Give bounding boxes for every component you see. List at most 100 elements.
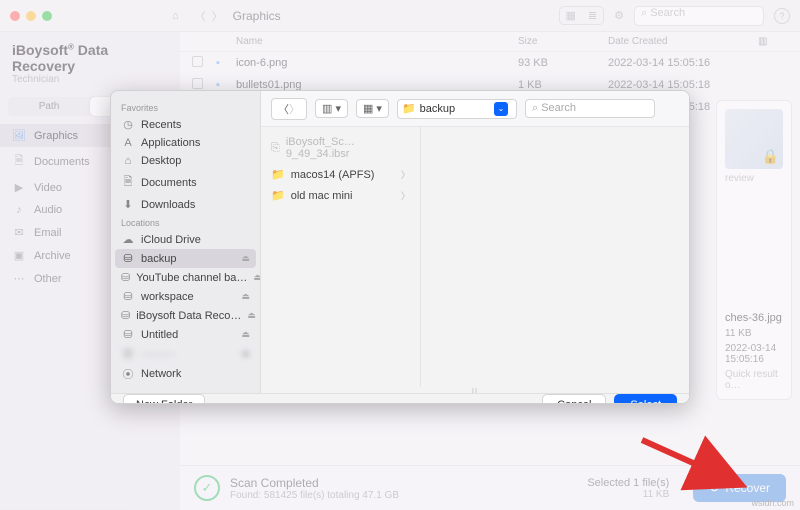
- dialog-forward-icon[interactable]: 〉: [289, 101, 300, 117]
- locations-header: Locations: [111, 214, 260, 230]
- sidebar-item-recents[interactable]: ◷Recents: [111, 115, 260, 134]
- sidebar-item-icon: ◷: [121, 118, 135, 131]
- select-button[interactable]: Select: [614, 394, 677, 404]
- eject-icon[interactable]: ⏏: [253, 272, 260, 283]
- scan-status-detail: Found: 581425 file(s) totaling 47.1 GB: [230, 490, 399, 501]
- selected-count: Selected 1 file(s): [587, 477, 669, 489]
- search-input[interactable]: ⌕ Search: [634, 6, 764, 26]
- category-label: Audio: [34, 204, 62, 216]
- eject-icon[interactable]: ⏏: [241, 329, 250, 340]
- lock-icon: 🔒: [762, 148, 779, 165]
- window-traffic-lights[interactable]: [10, 11, 52, 21]
- favorites-header: Favorites: [111, 99, 260, 115]
- file-row[interactable]: ▪icon-6.png93 KB2022-03-14 15:05:16: [180, 52, 800, 74]
- dialog-view-columns-icon[interactable]: ▥ ▾: [315, 99, 348, 118]
- drive-icon: ⊡: [121, 347, 135, 360]
- drive-icon: ⛁: [121, 309, 130, 322]
- sidebar-item-downloads[interactable]: ⬇Downloads: [111, 195, 260, 214]
- folder-icon: 📁: [271, 168, 285, 181]
- drive-icon: ⦿: [121, 366, 135, 382]
- list-view-icon[interactable]: ≣: [582, 7, 603, 24]
- file-icon: ▪: [216, 57, 236, 69]
- chevron-updown-icon: ⌄: [494, 102, 508, 116]
- category-icon: ▶: [12, 181, 26, 194]
- zoom-window-icon[interactable]: [42, 11, 52, 21]
- eject-icon[interactable]: ⏏: [241, 348, 250, 359]
- dialog-search-input[interactable]: ⌕ Search: [525, 99, 655, 118]
- eject-icon[interactable]: ⏏: [247, 310, 256, 321]
- category-icon: ▣: [12, 249, 26, 262]
- category-icon: ⋯: [12, 272, 26, 285]
- drive-icon: ⛁: [121, 271, 130, 284]
- category-icon: 🖼: [12, 129, 26, 142]
- preview-date: 2022-03-14 15:05:16: [725, 343, 783, 365]
- browser-item[interactable]: ⎘iBoysoft_Sc…9_49_34.ibsr: [265, 133, 416, 163]
- grid-view-icon[interactable]: ▦: [560, 7, 582, 24]
- eject-icon[interactable]: ⏏: [241, 253, 250, 264]
- browser-item[interactable]: 📁macos14 (APFS)〉: [265, 165, 416, 184]
- sidebar-item-desktop[interactable]: ⌂Desktop: [111, 152, 260, 170]
- sidebar-location-untitled[interactable]: ⛁Untitled⏏: [111, 325, 260, 344]
- new-folder-button[interactable]: New Folder: [123, 394, 205, 404]
- sidebar-item-icon: 🗎: [121, 173, 135, 192]
- column-date[interactable]: Date Created: [608, 36, 758, 47]
- sidebar-location-network[interactable]: ⦿Network: [111, 363, 260, 385]
- checkbox[interactable]: [192, 56, 203, 67]
- category-icon: ✉: [12, 226, 26, 239]
- sidebar-location-icloud-drive[interactable]: ☁iCloud Drive: [111, 230, 260, 249]
- filter-icon[interactable]: ⚙: [614, 9, 624, 22]
- forward-icon[interactable]: 〉: [212, 8, 223, 24]
- dialog-group-icon[interactable]: ▦ ▾: [356, 99, 389, 118]
- chevron-right-icon: 〉: [401, 168, 410, 181]
- browser-item[interactable]: 📁old mac mini〉: [265, 186, 416, 205]
- sidebar-location-backup[interactable]: ⛁backup⏏: [115, 249, 256, 268]
- chevron-right-icon: 〉: [401, 189, 410, 202]
- save-dialog: Favorites ◷RecentsAApplications⌂Desktop🗎…: [110, 90, 690, 404]
- file-icon: ⎘: [271, 142, 280, 155]
- drive-icon: ⛁: [121, 290, 135, 303]
- preview-label: review: [725, 173, 783, 184]
- sidebar-item-documents[interactable]: 🗎Documents: [111, 170, 260, 195]
- folder-icon: 📁: [402, 102, 416, 115]
- column-name[interactable]: Name: [236, 36, 518, 47]
- sidebar-location-iboysoft-data-reco-[interactable]: ⛁iBoysoft Data Reco…⏏: [111, 306, 260, 325]
- minimize-window-icon[interactable]: [26, 11, 36, 21]
- eject-icon[interactable]: ⏏: [241, 291, 250, 302]
- home-icon[interactable]: ⌂: [172, 10, 179, 22]
- category-label: Graphics: [34, 130, 78, 142]
- file-size: 93 KB: [518, 57, 608, 69]
- cancel-button[interactable]: Cancel: [542, 394, 606, 404]
- dialog-back-icon[interactable]: 〈: [278, 101, 289, 117]
- sidebar-location--[interactable]: ⊡———⏏: [111, 344, 260, 363]
- back-icon[interactable]: 〈: [195, 8, 206, 24]
- checkbox[interactable]: [192, 78, 203, 89]
- breadcrumb: Graphics: [233, 9, 281, 23]
- sidebar-location-workspace[interactable]: ⛁workspace⏏: [111, 287, 260, 306]
- column-size[interactable]: Size: [518, 36, 608, 47]
- category-icon: ♪: [12, 204, 26, 216]
- category-label: Documents: [34, 156, 90, 168]
- dialog-sidebar: Favorites ◷RecentsAApplications⌂Desktop🗎…: [111, 91, 261, 393]
- drive-icon: ⛁: [121, 328, 135, 341]
- sidebar-item-applications[interactable]: AApplications: [111, 134, 260, 152]
- category-label: Other: [34, 273, 62, 285]
- folder-icon: 📁: [271, 189, 285, 202]
- preview-image: 🔒: [725, 109, 783, 169]
- drive-icon: ☁: [121, 233, 135, 246]
- category-label: Video: [34, 182, 62, 194]
- tab-path[interactable]: Path: [8, 97, 90, 116]
- preview-toggle-icon[interactable]: ▥: [758, 36, 788, 47]
- preview-filename: ches-36.jpg: [725, 312, 783, 324]
- preview-size: 11 KB: [725, 328, 783, 339]
- dialog-location-popup[interactable]: 📁 backup ⌄: [397, 99, 517, 119]
- scan-status-title: Scan Completed: [230, 476, 399, 490]
- close-window-icon[interactable]: [10, 11, 20, 21]
- sidebar-item-icon: ⬇: [121, 198, 135, 211]
- drive-icon: ⛁: [121, 252, 135, 265]
- file-name: icon-6.png: [236, 57, 518, 69]
- category-label: Email: [34, 227, 62, 239]
- category-label: Archive: [34, 250, 71, 262]
- recover-icon: ↻: [709, 481, 719, 495]
- help-icon[interactable]: ?: [774, 8, 790, 24]
- sidebar-location-youtube-channel-ba-[interactable]: ⛁YouTube channel ba…⏏: [111, 268, 260, 287]
